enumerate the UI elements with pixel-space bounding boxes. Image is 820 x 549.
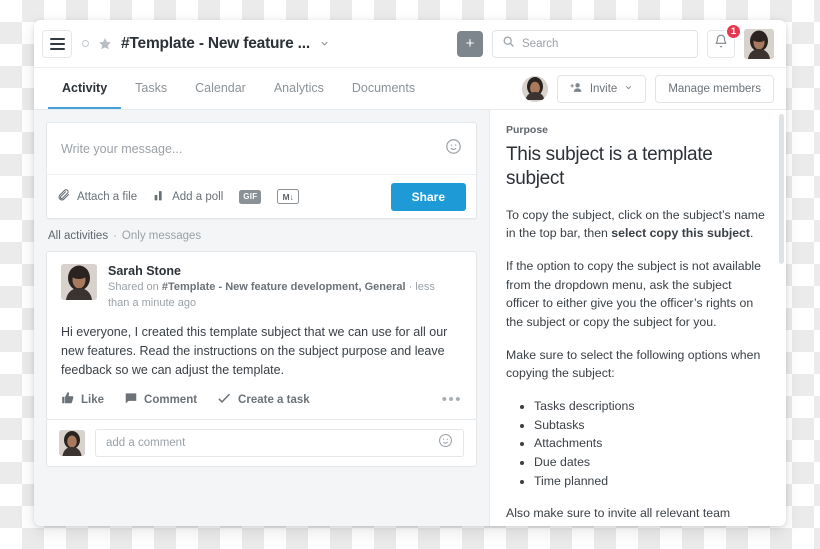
manage-members-button[interactable]: Manage members	[655, 74, 774, 103]
avatar[interactable]	[59, 429, 85, 456]
page-title: #Template - New feature ...	[121, 34, 310, 52]
create-task-button[interactable]: Create a task	[217, 391, 310, 409]
post-author: Sarah Stone	[108, 264, 181, 278]
scrollbar[interactable]	[779, 114, 784, 264]
bell-icon	[714, 34, 728, 53]
comment-input[interactable]: add a comment	[95, 428, 464, 457]
post-header: Sarah Stone Shared on #Template - New fe…	[61, 264, 462, 312]
avatar[interactable]	[61, 264, 97, 300]
add-button[interactable]: +	[457, 30, 483, 57]
add-poll-button[interactable]: Add a poll	[153, 189, 223, 205]
post-meta: Shared on #Template - New feature develo…	[108, 280, 453, 312]
like-label: Like	[81, 393, 105, 406]
status-circle-icon[interactable]	[82, 40, 89, 47]
notifications: 1	[707, 23, 741, 58]
purpose-paragraph-3: Make sure to select the following option…	[506, 347, 761, 381]
purpose-label: Purpose	[506, 124, 549, 136]
post-actions: Like Comment Create a task •••	[61, 391, 462, 409]
purpose-panel: Purpose This subject is a template subje…	[490, 110, 786, 526]
list-item: Tasks descriptions	[534, 397, 766, 416]
hamburger-icon-line	[49, 47, 65, 50]
paperclip-icon	[57, 188, 71, 205]
emoji-icon[interactable]	[445, 138, 462, 160]
list-item: Time planned	[534, 472, 766, 491]
search-input[interactable]: Search	[492, 29, 698, 58]
top-bar: #Template - New feature ... + Search 1	[34, 20, 786, 68]
chevron-down-icon[interactable]	[319, 38, 330, 49]
check-icon	[217, 391, 232, 409]
thumbs-up-icon	[61, 391, 75, 408]
top-bar-right: + Search 1	[457, 23, 774, 59]
chevron-down-icon	[624, 83, 633, 95]
invite-label: Invite	[589, 82, 618, 95]
post-card: Sarah Stone Shared on #Template - New fe…	[46, 251, 477, 420]
tab-activity[interactable]: Activity	[48, 68, 122, 109]
list-item: Subtasks	[534, 416, 766, 435]
comment-button[interactable]: Comment	[124, 391, 197, 408]
search-placeholder: Search	[522, 37, 559, 50]
invite-button[interactable]: Invite	[556, 74, 647, 103]
activity-filter: All activities · Only messages	[46, 219, 477, 251]
purpose-p1-part3: .	[750, 226, 754, 241]
post-header-text: Sarah Stone Shared on #Template - New fe…	[108, 264, 453, 312]
create-task-label: Create a task	[238, 393, 310, 406]
gif-button[interactable]: GIF	[239, 189, 262, 204]
notification-badge: 1	[726, 23, 741, 39]
markdown-button[interactable]: M↓	[277, 189, 299, 204]
star-icon[interactable]	[98, 37, 112, 51]
hamburger-icon-line	[49, 42, 65, 45]
composer-toolbar: Attach a file Add a poll GIF M↓ Share	[47, 175, 476, 218]
message-placeholder: Write your message...	[61, 141, 183, 156]
hamburger-icon-line	[49, 37, 65, 40]
purpose-p1-bold: select copy this subject	[611, 226, 751, 241]
post-body: Hi everyone, I created this template sub…	[61, 324, 448, 377]
message-input[interactable]: Write your message...	[47, 123, 476, 175]
filter-separator: ·	[113, 230, 117, 242]
tab-documents[interactable]: Documents	[338, 68, 429, 109]
member-avatar[interactable]	[521, 75, 548, 102]
post-meta-channel[interactable]: #Template - New feature development, Gen…	[162, 281, 406, 293]
message-composer: Write your message... Attach a file Add …	[46, 122, 477, 219]
purpose-bullet-list: Tasks descriptions Subtasks Attachments …	[506, 397, 766, 490]
app-window: #Template - New feature ... + Search 1 A…	[34, 20, 786, 526]
more-options-icon[interactable]: •••	[442, 392, 462, 407]
comment-icon	[124, 391, 138, 408]
emoji-icon[interactable]	[438, 433, 453, 453]
tab-list: Activity Tasks Calendar Analytics Docume…	[48, 68, 429, 109]
tab-tasks[interactable]: Tasks	[121, 68, 181, 109]
comment-row: add a comment	[46, 419, 477, 467]
activity-feed-column: Write your message... Attach a file Add …	[34, 110, 490, 526]
add-person-icon	[570, 81, 583, 97]
avatar[interactable]	[744, 28, 774, 59]
sub-navigation: Activity Tasks Calendar Analytics Docume…	[34, 68, 786, 110]
attach-file-button[interactable]: Attach a file	[57, 188, 137, 205]
attach-file-label: Attach a file	[77, 190, 138, 203]
purpose-paragraph-4: Also make sure to invite all relevant te…	[506, 506, 747, 526]
purpose-paragraph-2: If the option to copy the subject is not…	[506, 258, 761, 329]
purpose-title: This subject is a template subject	[506, 144, 713, 189]
add-poll-label: Add a poll	[172, 190, 224, 203]
sub-navigation-right: Invite Manage members	[521, 74, 774, 103]
filter-all-activities[interactable]: All activities	[48, 230, 108, 242]
comment-placeholder: add a comment	[106, 436, 186, 449]
bar-chart-icon	[153, 189, 166, 205]
search-icon	[502, 35, 515, 53]
tab-analytics[interactable]: Analytics	[260, 68, 338, 109]
list-item: Attachments	[534, 434, 766, 453]
like-button[interactable]: Like	[61, 391, 104, 408]
content-area: Write your message... Attach a file Add …	[34, 110, 786, 526]
filter-only-messages[interactable]: Only messages	[122, 230, 201, 242]
hamburger-menu-button[interactable]	[42, 29, 72, 58]
share-button[interactable]: Share	[390, 182, 466, 211]
purpose-paragraph-1: To copy the subject, click on the subjec…	[506, 206, 766, 243]
comment-label: Comment	[144, 393, 198, 406]
post-meta-prefix: Shared on	[108, 281, 162, 293]
list-item: Due dates	[534, 453, 766, 472]
tab-calendar[interactable]: Calendar	[181, 68, 260, 109]
